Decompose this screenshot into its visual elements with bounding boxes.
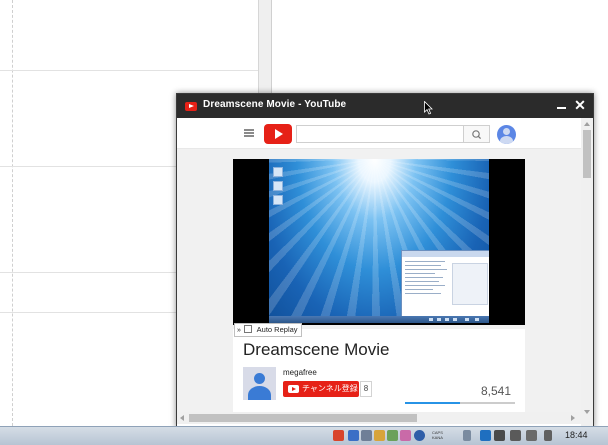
tray-ime-icon[interactable] [348, 430, 359, 441]
video-player[interactable] [233, 159, 525, 325]
desktop-icon [273, 167, 283, 177]
video-inner-window [401, 250, 489, 318]
background-dashed-guide [12, 0, 13, 426]
battery-icon[interactable] [526, 430, 537, 441]
system-taskbar: CAPS KANA 18:44 [0, 426, 608, 445]
mouse-cursor-icon [424, 101, 433, 115]
tray-ime-icon[interactable] [361, 430, 372, 441]
background-divider [0, 70, 258, 71]
subscribe-label: チャンネル登録 [302, 384, 358, 393]
search-input[interactable] [296, 125, 464, 143]
window-title: Dreamscene Movie - YouTube [203, 99, 347, 110]
auto-replay-label: Auto Replay [256, 325, 298, 334]
video-taskbar [269, 316, 489, 323]
hamburger-menu-icon[interactable] [244, 129, 254, 137]
channel-avatar[interactable] [243, 367, 276, 400]
scroll-left-arrow-icon[interactable] [180, 415, 184, 421]
vertical-scrollbar[interactable] [581, 118, 593, 427]
channel-name[interactable]: megafree [283, 368, 317, 377]
help-icon[interactable] [414, 430, 425, 441]
ime-kana-text: KANA [432, 435, 443, 440]
auto-replay-checkbox[interactable] [244, 325, 252, 333]
youtube-popup-window: Dreamscene Movie - YouTube ✕ Dreamscene … [176, 93, 594, 428]
youtube-header [177, 118, 581, 149]
like-ratio-bar [405, 402, 515, 404]
horizontal-scrollbar[interactable] [177, 412, 581, 424]
youtube-favicon-icon [185, 102, 197, 111]
subscriber-count: 8 [360, 381, 372, 397]
tray-ime-icon[interactable] [374, 430, 385, 441]
auto-replay-control[interactable]: » Auto Replay [234, 323, 302, 337]
youtube-logo-icon[interactable] [264, 124, 292, 144]
view-count: 8,541 [481, 384, 512, 398]
tray-arrow-icon[interactable] [463, 430, 471, 441]
tray-ime-icon[interactable] [400, 430, 411, 441]
page-content: Dreamscene Movie megafree チャンネル登録 8 8,54… [177, 149, 581, 412]
volume-icon[interactable] [544, 430, 552, 441]
minimize-button[interactable] [555, 98, 569, 112]
video-title: Dreamscene Movie [243, 340, 390, 359]
scroll-down-arrow-icon[interactable] [584, 410, 590, 414]
subscribe-button[interactable]: チャンネル登録 [283, 381, 359, 397]
network-icon[interactable] [510, 430, 521, 441]
search-icon [472, 130, 482, 140]
horizontal-scroll-thumb[interactable] [189, 414, 417, 422]
tray-device-icon[interactable] [494, 430, 505, 441]
like-ratio-fill [405, 402, 460, 404]
search-button[interactable] [464, 125, 490, 143]
window-titlebar[interactable]: Dreamscene Movie - YouTube ✕ [177, 94, 593, 118]
youtube-play-icon [288, 385, 299, 393]
scroll-right-arrow-icon[interactable] [571, 415, 575, 421]
chevron-icon: » [237, 327, 241, 334]
tray-ime-icon[interactable] [387, 430, 398, 441]
vertical-scroll-thumb[interactable] [583, 130, 591, 178]
scroll-up-arrow-icon[interactable] [584, 122, 590, 126]
desktop-icon [273, 195, 283, 205]
ime-status: CAPS KANA [432, 430, 443, 440]
outlook-icon[interactable] [480, 430, 491, 441]
desktop-icon [273, 181, 283, 191]
taskbar-clock[interactable]: 18:44 [565, 430, 588, 440]
tray-app-icon[interactable] [333, 430, 344, 441]
video-info-card: Dreamscene Movie megafree チャンネル登録 8 8,54… [233, 329, 525, 412]
close-button[interactable]: ✕ [573, 97, 587, 113]
video-frame [269, 159, 489, 323]
account-avatar-icon[interactable] [497, 125, 516, 144]
